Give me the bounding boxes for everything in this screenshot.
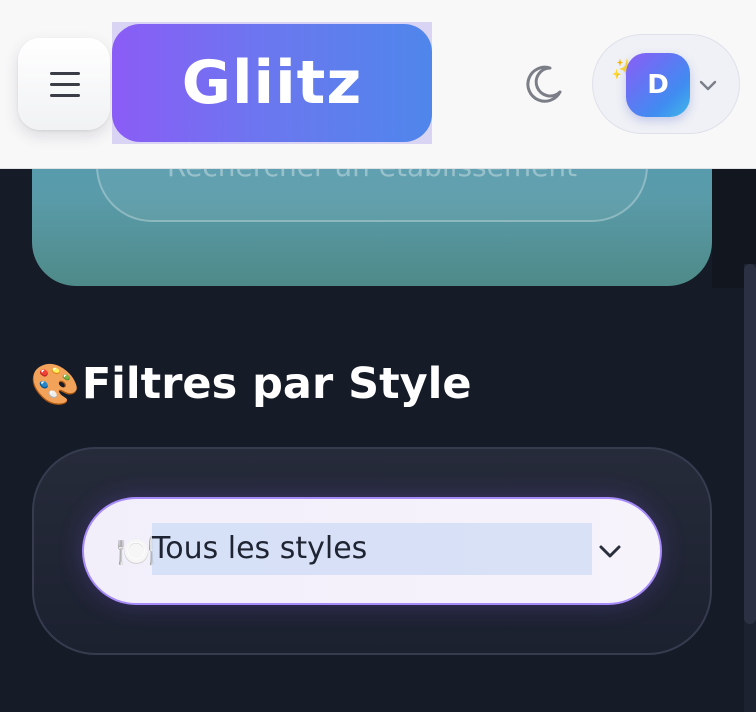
chevron-down-icon bbox=[699, 80, 717, 91]
chevron-down-icon bbox=[599, 545, 621, 558]
plate-cutlery-icon: 🍽️ bbox=[116, 532, 156, 570]
palette-icon: 🎨 bbox=[30, 361, 80, 408]
profile-menu-button[interactable]: ✨ D bbox=[592, 34, 740, 134]
logo-text: Gliitz bbox=[181, 48, 363, 118]
top-header: Gliitz ✨ D bbox=[0, 0, 756, 169]
scrollbar-thumb[interactable] bbox=[744, 264, 756, 624]
logo[interactable]: Gliitz bbox=[112, 24, 432, 142]
moon-icon[interactable] bbox=[522, 62, 566, 106]
section-title-text: Filtres par Style bbox=[81, 359, 472, 409]
avatar: D bbox=[626, 53, 690, 117]
style-select-value: Tous les styles bbox=[152, 523, 592, 575]
section-title: 🎨 Filtres par Style bbox=[30, 352, 472, 416]
menu-button[interactable] bbox=[18, 38, 110, 130]
logo-highlight: Gliitz bbox=[112, 22, 432, 144]
style-select[interactable]: 🍽️ Tous les styles bbox=[82, 497, 662, 605]
